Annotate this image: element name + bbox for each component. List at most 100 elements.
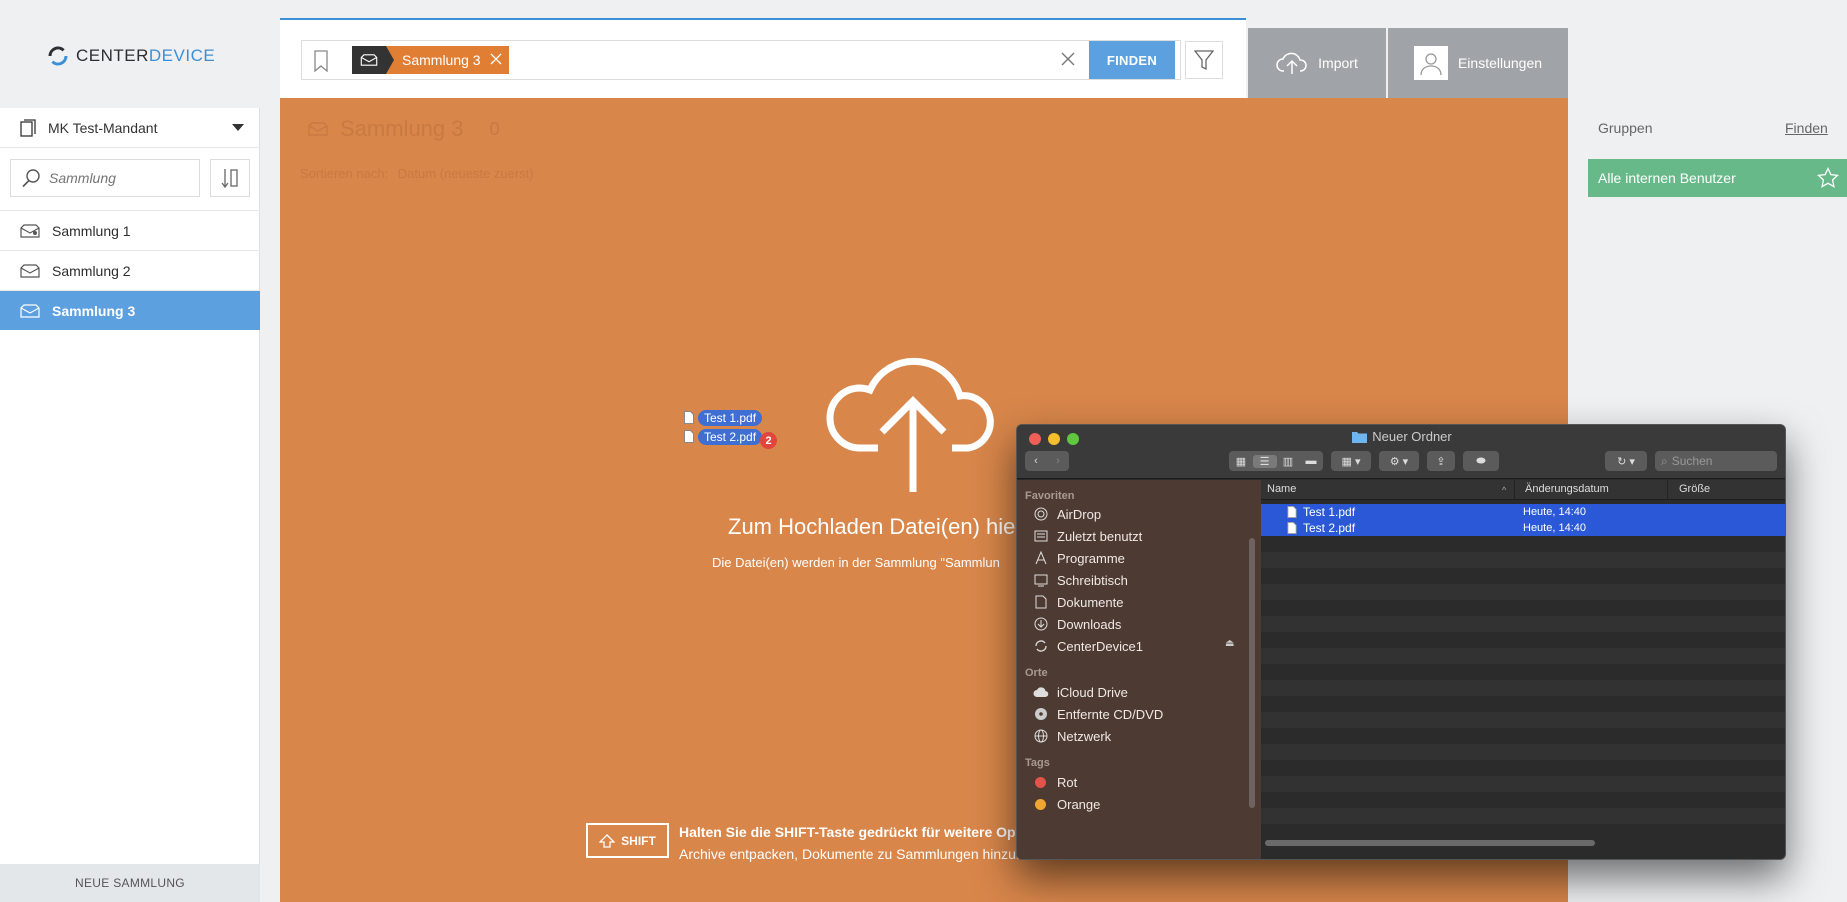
chevron-down-icon <box>232 124 244 131</box>
user-icon <box>1420 53 1442 76</box>
tenant-icon <box>20 118 36 137</box>
forward-icon[interactable]: › <box>1047 455 1069 467</box>
empty-row <box>1261 744 1785 760</box>
empty-row <box>1261 616 1785 632</box>
finder-toolbar: Neuer Ordner ‹ › ▦ ☰ ▥ ▬ ▦ ▾ ⚙ ▾ ⇪ ⬬ ↻ ▾… <box>1017 425 1785 479</box>
settings-button[interactable]: Einstellungen <box>1388 28 1568 98</box>
collection-icon <box>20 263 40 278</box>
tenant-selector[interactable]: MK Test-Mandant <box>0 108 260 148</box>
group-item-internal-users[interactable]: Alle internen Benutzer <box>1588 159 1847 197</box>
logo-text-center: CENTER <box>76 46 149 65</box>
groups-find-link[interactable]: Finden <box>1785 120 1828 136</box>
collection-item-sammlung-3[interactable]: Sammlung 3 <box>0 290 260 330</box>
chip-label: Sammlung 3 <box>402 52 481 68</box>
settings-label: Einstellungen <box>1457 55 1543 71</box>
orange-tag-dot <box>1035 798 1046 810</box>
finder-sidebar: Favoriten AirDrop Zuletzt benutzt Progra… <box>1017 480 1261 859</box>
filter-button[interactable] <box>1185 41 1223 79</box>
collection-item-sammlung-2[interactable]: Sammlung 2 <box>0 250 260 290</box>
list-header: Name ^ Änderungsdatum Größe <box>1261 480 1785 500</box>
sidebar-tag-orange[interactable]: Orange <box>1033 793 1100 815</box>
tenant-name: MK Test-Mandant <box>48 119 158 136</box>
collection-search[interactable] <box>10 159 200 197</box>
empty-row <box>1261 776 1785 792</box>
shared-collection-icon <box>20 223 40 238</box>
sync-icon[interactable]: ↻ ▾ <box>1605 451 1647 471</box>
finder-window[interactable]: Neuer Ordner ‹ › ▦ ☰ ▥ ▬ ▦ ▾ ⚙ ▾ ⇪ ⬬ ↻ ▾… <box>1016 424 1786 860</box>
empty-row <box>1261 680 1785 696</box>
sidebar-item-remote-disc[interactable]: Entfernte CD/DVD <box>1033 703 1163 725</box>
shift-key-hint: SHIFT <box>586 823 669 858</box>
sidebar-item-desktop[interactable]: Schreibtisch <box>1033 569 1128 591</box>
avatar <box>1413 46 1448 80</box>
new-collection-button[interactable]: NEUE SAMMLUNG <box>0 864 260 902</box>
collection-icon <box>20 303 40 318</box>
star-icon[interactable] <box>1817 166 1839 192</box>
collection-search-input[interactable] <box>49 170 189 186</box>
collection-label: Sammlung 1 <box>52 222 131 239</box>
column-divider <box>1514 480 1515 500</box>
pdf-file-icon <box>1287 522 1297 534</box>
group-by-button[interactable]: ▦ ▾ <box>1331 451 1371 471</box>
import-button[interactable]: Import <box>1248 28 1386 98</box>
sort-button[interactable] <box>210 159 250 197</box>
finder-file-list: Name ^ Änderungsdatum Größe Test 1.pdf H… <box>1261 480 1785 859</box>
sidebar-item-recents[interactable]: Zuletzt benutzt <box>1033 525 1142 547</box>
empty-row <box>1261 584 1785 600</box>
search-icon <box>22 169 40 188</box>
back-icon[interactable]: ‹ <box>1025 455 1047 467</box>
dragged-file: Test 2.pdf <box>684 427 763 446</box>
list-view-icon[interactable]: ☰ <box>1252 454 1277 468</box>
column-header-date[interactable]: Änderungsdatum <box>1525 483 1609 495</box>
recents-icon <box>1033 528 1049 544</box>
empty-row <box>1261 648 1785 664</box>
centerdevice-logo[interactable]: CENTER DEVICE <box>46 44 215 68</box>
share-icon[interactable]: ⇪ <box>1427 451 1455 471</box>
column-header-size[interactable]: Größe <box>1679 483 1710 495</box>
file-row[interactable]: Test 1.pdf Heute, 14:40 <box>1261 504 1785 520</box>
sidebar-item-airdrop[interactable]: AirDrop <box>1033 503 1101 525</box>
sidebar-item-centerdevice1[interactable]: CenterDevice1 <box>1033 635 1143 657</box>
sidebar-scrollbar[interactable] <box>1249 538 1255 808</box>
sidebar-item-applications[interactable]: Programme <box>1033 547 1125 569</box>
drop-title: Zum Hochladen Datei(en) hier <box>728 514 1023 539</box>
action-gear-icon[interactable]: ⚙ ▾ <box>1379 451 1419 471</box>
search-filter-chip[interactable]: Sammlung 3 <box>352 46 509 74</box>
clear-search-icon[interactable] <box>1060 50 1076 73</box>
sidebar-item-documents[interactable]: Dokumente <box>1033 591 1123 613</box>
shift-arrow-icon <box>599 833 616 848</box>
empty-row <box>1261 712 1785 728</box>
view-mode-buttons[interactable]: ▦ ☰ ▥ ▬ <box>1229 451 1323 471</box>
sidebar-tag-red[interactable]: Rot <box>1033 771 1077 793</box>
remove-chip-icon[interactable] <box>489 52 503 69</box>
icon-view-icon[interactable]: ▦ <box>1230 455 1253 468</box>
upload-cloud-icon <box>1276 52 1307 74</box>
disc-icon <box>1033 706 1049 722</box>
empty-row <box>1261 808 1785 824</box>
file-row[interactable]: Test 2.pdf Heute, 14:40 <box>1261 520 1785 536</box>
finder-search-input[interactable]: ⌕ Suchen <box>1655 451 1777 471</box>
sidebar-item-icloud-drive[interactable]: iCloud Drive <box>1033 681 1128 703</box>
collection-item-sammlung-1[interactable]: Sammlung 1 <box>0 210 260 250</box>
collection-label: Sammlung 2 <box>52 262 131 279</box>
collection-label: Sammlung 3 <box>52 302 136 319</box>
gallery-view-icon[interactable]: ▬ <box>1300 455 1323 467</box>
find-button[interactable]: FINDEN <box>1089 41 1175 79</box>
groups-label: Gruppen <box>1598 120 1653 136</box>
collection-header: Sammlung 3 0 <box>308 116 500 142</box>
cloud-icon <box>1033 684 1049 700</box>
column-view-icon[interactable]: ▥ <box>1277 455 1300 468</box>
eject-icon[interactable]: ⏏ <box>1225 638 1234 649</box>
tags-heading: Tags <box>1025 757 1050 769</box>
back-forward-buttons[interactable]: ‹ › <box>1025 451 1069 471</box>
collection-title: Sammlung 3 <box>340 116 464 141</box>
sidebar-item-network[interactable]: Netzwerk <box>1033 725 1111 747</box>
sidebar-item-downloads[interactable]: Downloads <box>1033 613 1121 635</box>
bookmark-icon[interactable] <box>312 50 330 77</box>
red-tag-dot <box>1035 776 1046 788</box>
horizontal-scrollbar[interactable] <box>1265 840 1595 846</box>
dragged-file: Test 1.pdf <box>684 408 763 427</box>
tag-icon[interactable]: ⬬ <box>1463 451 1499 471</box>
column-header-name[interactable]: Name <box>1267 483 1296 495</box>
shift-hint-title: Halten Sie die SHIFT-Taste gedrückt für … <box>679 824 1033 840</box>
